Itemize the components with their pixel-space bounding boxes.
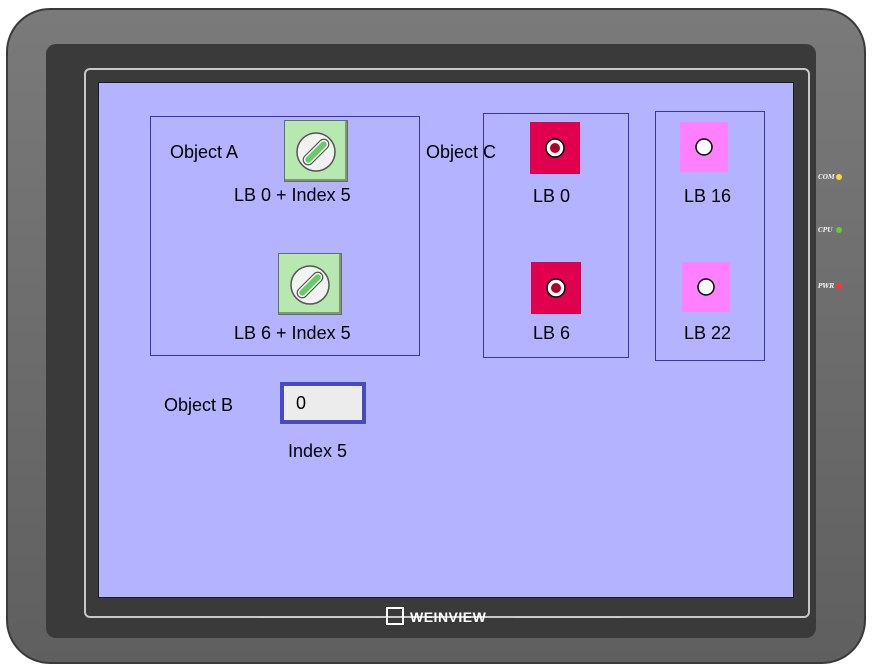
bit-lamp-lb6[interactable] [531, 262, 581, 314]
led-com-label: COM [818, 174, 835, 181]
brand-line-left [260, 617, 380, 618]
lamp-lb0-caption: LB 0 [533, 186, 571, 206]
led-cpu-label: CPU [818, 227, 833, 234]
lamp-off-icon [695, 138, 713, 156]
lamp-on-icon [546, 278, 566, 298]
rotary-selector-icon [290, 265, 330, 305]
cpu-led-icon [836, 227, 842, 233]
bit-lamp-lb0[interactable] [530, 122, 580, 174]
lamp-lb16-caption: LB 16 [684, 186, 732, 206]
rotary-selector-switch-1[interactable] [284, 120, 348, 182]
brand-name: WEINVIEW [410, 609, 487, 625]
rotary-selector-switch-2[interactable] [278, 253, 342, 315]
numeric-display[interactable]: 0 [280, 382, 366, 424]
lamp-on-icon [545, 138, 565, 158]
com-led-icon [836, 174, 842, 180]
rotary-selector-icon [296, 132, 336, 172]
led-pwr-label: PWR [818, 283, 835, 290]
numeric-display-value: 0 [284, 386, 362, 420]
pwr-led-icon [836, 283, 842, 289]
brand-line-right [514, 617, 620, 618]
lamp-lb22-caption: LB 22 [684, 323, 732, 343]
object-a-label: Object A [170, 142, 239, 162]
bit-lamp-lb22[interactable] [682, 262, 730, 312]
lamp-off-icon [697, 278, 715, 296]
object-c-label: Object C [426, 142, 497, 162]
lamp-lb6-caption: LB 6 [533, 323, 571, 343]
weinview-logo-icon [386, 607, 404, 625]
brand-bar: WEINVIEW [260, 605, 620, 629]
switch-2-caption: LB 6 + Index 5 [234, 323, 351, 343]
object-b-label: Object B [164, 395, 234, 415]
bit-lamp-lb16[interactable] [680, 122, 728, 172]
switch-1-caption: LB 0 + Index 5 [234, 185, 351, 205]
object-b-caption: Index 5 [288, 441, 348, 461]
